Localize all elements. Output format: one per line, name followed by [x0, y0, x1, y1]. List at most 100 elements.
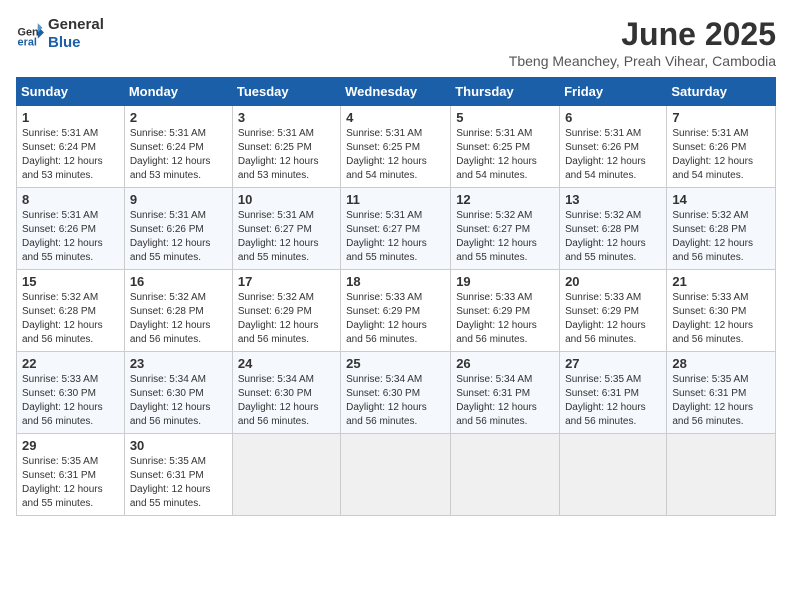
calendar-cell: [232, 434, 340, 516]
header-cell-saturday: Saturday: [667, 78, 776, 106]
calendar-cell: [451, 434, 560, 516]
header-cell-tuesday: Tuesday: [232, 78, 340, 106]
day-number: 20: [565, 274, 661, 289]
day-detail: Sunrise: 5:34 AMSunset: 6:30 PMDaylight:…: [130, 374, 211, 427]
day-detail: Sunrise: 5:35 AMSunset: 6:31 PMDaylight:…: [565, 374, 646, 427]
day-detail: Sunrise: 5:31 AMSunset: 6:25 PMDaylight:…: [346, 128, 427, 181]
day-detail: Sunrise: 5:32 AMSunset: 6:28 PMDaylight:…: [22, 292, 103, 345]
logo-text: General Blue: [48, 16, 104, 52]
calendar-cell: 13 Sunrise: 5:32 AMSunset: 6:28 PMDayligh…: [560, 188, 667, 270]
day-number: 26: [456, 356, 554, 371]
header-cell-friday: Friday: [560, 78, 667, 106]
day-number: 12: [456, 192, 554, 207]
logo-general: General: [48, 16, 104, 33]
calendar-cell: [341, 434, 451, 516]
calendar-cell: 24 Sunrise: 5:34 AMSunset: 6:30 PMDayligh…: [232, 352, 340, 434]
day-number: 5: [456, 110, 554, 125]
day-number: 10: [238, 192, 335, 207]
calendar-table: SundayMondayTuesdayWednesdayThursdayFrid…: [16, 77, 776, 516]
month-title: June 2025: [509, 16, 776, 53]
day-detail: Sunrise: 5:31 AMSunset: 6:26 PMDaylight:…: [130, 210, 211, 263]
calendar-cell: 27 Sunrise: 5:35 AMSunset: 6:31 PMDayligh…: [560, 352, 667, 434]
day-number: 25: [346, 356, 445, 371]
day-detail: Sunrise: 5:34 AMSunset: 6:30 PMDaylight:…: [238, 374, 319, 427]
day-number: 30: [130, 438, 227, 453]
day-detail: Sunrise: 5:31 AMSunset: 6:24 PMDaylight:…: [130, 128, 211, 181]
day-number: 16: [130, 274, 227, 289]
day-number: 18: [346, 274, 445, 289]
day-detail: Sunrise: 5:33 AMSunset: 6:30 PMDaylight:…: [22, 374, 103, 427]
day-detail: Sunrise: 5:32 AMSunset: 6:27 PMDaylight:…: [456, 210, 537, 263]
day-number: 29: [22, 438, 119, 453]
calendar-cell: 10 Sunrise: 5:31 AMSunset: 6:27 PMDayligh…: [232, 188, 340, 270]
calendar-cell: [667, 434, 776, 516]
calendar-cell: 11 Sunrise: 5:31 AMSunset: 6:27 PMDayligh…: [341, 188, 451, 270]
day-detail: Sunrise: 5:33 AMSunset: 6:30 PMDaylight:…: [672, 292, 753, 345]
day-number: 11: [346, 192, 445, 207]
day-number: 14: [672, 192, 770, 207]
header: Gen eral General Blue June 2025 Tbeng Me…: [16, 16, 776, 69]
calendar-cell: 18 Sunrise: 5:33 AMSunset: 6:29 PMDayligh…: [341, 270, 451, 352]
calendar-week-row: 8 Sunrise: 5:31 AMSunset: 6:26 PMDaylight…: [17, 188, 776, 270]
calendar-week-row: 29 Sunrise: 5:35 AMSunset: 6:31 PMDayligh…: [17, 434, 776, 516]
logo-icon: Gen eral: [16, 20, 44, 48]
day-number: 7: [672, 110, 770, 125]
day-number: 28: [672, 356, 770, 371]
calendar-cell: 28Sunrise: 5:35 AMSunset: 6:31 PMDayligh…: [667, 352, 776, 434]
calendar-cell: 15 Sunrise: 5:32 AMSunset: 6:28 PMDayligh…: [17, 270, 125, 352]
day-number: 15: [22, 274, 119, 289]
day-detail: Sunrise: 5:33 AMSunset: 6:29 PMDaylight:…: [565, 292, 646, 345]
calendar-cell: 22 Sunrise: 5:33 AMSunset: 6:30 PMDayligh…: [17, 352, 125, 434]
day-number: 3: [238, 110, 335, 125]
day-number: 21: [672, 274, 770, 289]
calendar-cell: 20 Sunrise: 5:33 AMSunset: 6:29 PMDayligh…: [560, 270, 667, 352]
calendar-cell: 7Sunrise: 5:31 AMSunset: 6:26 PMDaylight…: [667, 106, 776, 188]
day-number: 13: [565, 192, 661, 207]
calendar-cell: 30Sunrise: 5:35 AMSunset: 6:31 PMDayligh…: [124, 434, 232, 516]
day-detail: Sunrise: 5:31 AMSunset: 6:25 PMDaylight:…: [456, 128, 537, 181]
calendar-header-row: SundayMondayTuesdayWednesdayThursdayFrid…: [17, 78, 776, 106]
calendar-cell: 1Sunrise: 5:31 AMSunset: 6:24 PMDaylight…: [17, 106, 125, 188]
title-area: June 2025 Tbeng Meanchey, Preah Vihear, …: [509, 16, 776, 69]
day-number: 27: [565, 356, 661, 371]
calendar-cell: 26 Sunrise: 5:34 AMSunset: 6:31 PMDayligh…: [451, 352, 560, 434]
calendar-cell: 6Sunrise: 5:31 AMSunset: 6:26 PMDaylight…: [560, 106, 667, 188]
day-number: 22: [22, 356, 119, 371]
calendar-week-row: 15 Sunrise: 5:32 AMSunset: 6:28 PMDayligh…: [17, 270, 776, 352]
day-detail: Sunrise: 5:32 AMSunset: 6:28 PMDaylight:…: [672, 210, 753, 263]
day-number: 8: [22, 192, 119, 207]
day-detail: Sunrise: 5:32 AMSunset: 6:28 PMDaylight:…: [130, 292, 211, 345]
day-detail: Sunrise: 5:33 AMSunset: 6:29 PMDaylight:…: [456, 292, 537, 345]
day-number: 24: [238, 356, 335, 371]
day-detail: Sunrise: 5:31 AMSunset: 6:26 PMDaylight:…: [565, 128, 646, 181]
logo: Gen eral General Blue: [16, 16, 104, 52]
header-cell-monday: Monday: [124, 78, 232, 106]
day-detail: Sunrise: 5:31 AMSunset: 6:25 PMDaylight:…: [238, 128, 319, 181]
calendar-cell: 25 Sunrise: 5:34 AMSunset: 6:30 PMDayligh…: [341, 352, 451, 434]
calendar-cell: 17 Sunrise: 5:32 AMSunset: 6:29 PMDayligh…: [232, 270, 340, 352]
calendar-cell: 21 Sunrise: 5:33 AMSunset: 6:30 PMDayligh…: [667, 270, 776, 352]
calendar-cell: 12 Sunrise: 5:32 AMSunset: 6:27 PMDayligh…: [451, 188, 560, 270]
subtitle: Tbeng Meanchey, Preah Vihear, Cambodia: [509, 53, 776, 69]
day-number: 9: [130, 192, 227, 207]
day-detail: Sunrise: 5:31 AMSunset: 6:27 PMDaylight:…: [346, 210, 427, 263]
calendar-cell: 5 Sunrise: 5:31 AMSunset: 6:25 PMDaylight…: [451, 106, 560, 188]
day-detail: Sunrise: 5:33 AMSunset: 6:29 PMDaylight:…: [346, 292, 427, 345]
calendar-cell: [560, 434, 667, 516]
day-detail: Sunrise: 5:31 AMSunset: 6:26 PMDaylight:…: [22, 210, 103, 263]
calendar-cell: 19Sunrise: 5:33 AMSunset: 6:29 PMDayligh…: [451, 270, 560, 352]
day-number: 23: [130, 356, 227, 371]
calendar-cell: 9 Sunrise: 5:31 AMSunset: 6:26 PMDaylight…: [124, 188, 232, 270]
day-detail: Sunrise: 5:32 AMSunset: 6:29 PMDaylight:…: [238, 292, 319, 345]
svg-text:eral: eral: [18, 37, 37, 48]
logo-blue: Blue: [48, 34, 81, 51]
calendar-cell: 23 Sunrise: 5:34 AMSunset: 6:30 PMDayligh…: [124, 352, 232, 434]
day-detail: Sunrise: 5:35 AMSunset: 6:31 PMDaylight:…: [22, 456, 103, 509]
day-detail: Sunrise: 5:31 AMSunset: 6:27 PMDaylight:…: [238, 210, 319, 263]
day-detail: Sunrise: 5:32 AMSunset: 6:28 PMDaylight:…: [565, 210, 646, 263]
day-number: 17: [238, 274, 335, 289]
day-detail: Sunrise: 5:34 AMSunset: 6:31 PMDaylight:…: [456, 374, 537, 427]
day-detail: Sunrise: 5:34 AMSunset: 6:30 PMDaylight:…: [346, 374, 427, 427]
day-number: 4: [346, 110, 445, 125]
calendar-cell: 2Sunrise: 5:31 AMSunset: 6:24 PMDaylight…: [124, 106, 232, 188]
